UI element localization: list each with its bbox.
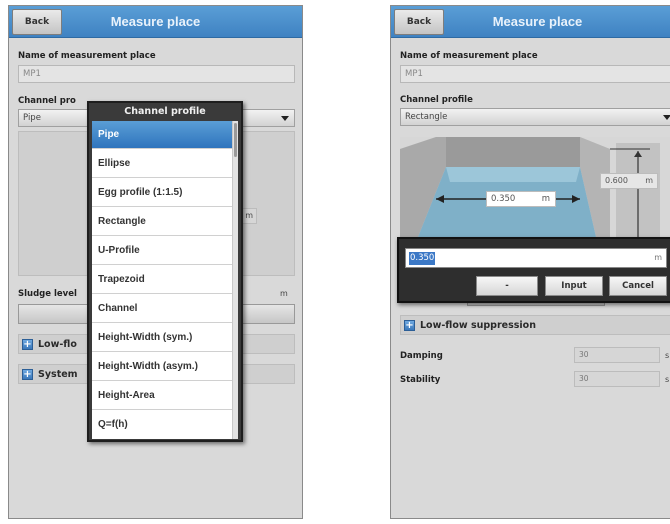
plus-icon: + (22, 369, 33, 380)
dropdown-item-egg-profile[interactable]: Egg profile (1:1.5) (92, 179, 232, 207)
damping-unit: s (665, 351, 670, 360)
low-flow-label: Low-flow suppression (420, 320, 536, 331)
name-label: Name of measurement place (18, 51, 156, 61)
dropdown-item-channel[interactable]: Channel (92, 295, 232, 323)
damping-label: Damping (400, 351, 443, 361)
channel-back (446, 137, 580, 167)
dropdown-item-pipe[interactable]: Pipe (92, 121, 232, 149)
channel-profile-value: Rectangle (405, 112, 448, 122)
sludge-level-label: Sludge level (18, 289, 77, 299)
dropdown-item-trapezoid[interactable]: Trapezoid (92, 266, 232, 294)
height-value: 0.600 (605, 176, 628, 185)
scrollbar-thumb[interactable] (234, 123, 237, 157)
back-button[interactable]: Back (394, 9, 444, 35)
minus-button[interactable]: - (476, 276, 538, 296)
channel-profile-label: Channel profile (400, 95, 473, 105)
low-flow-expander[interactable]: + Low-flow suppression (400, 315, 670, 335)
numeric-input-value: 0.350 (409, 252, 436, 265)
screen-left: Back Measure place Name of measurement p… (8, 5, 303, 519)
plus-icon: + (22, 339, 33, 350)
height-unit: m (645, 176, 653, 185)
input-button[interactable]: Input (545, 276, 603, 296)
numeric-input-unit: m (654, 253, 662, 262)
dropdown-scrollbar[interactable] (232, 121, 238, 439)
stability-field[interactable]: 30 (574, 371, 660, 387)
stability-label: Stability (400, 375, 441, 385)
numeric-input-field[interactable]: 0.350 m (405, 248, 667, 268)
sludge-unit: m (280, 289, 288, 298)
low-flow-label: Low-flo (38, 339, 77, 350)
system-label: System (38, 369, 78, 380)
dropdown-item-height-width-sym[interactable]: Height-Width (sym.) (92, 324, 232, 352)
cancel-button[interactable]: Cancel (609, 276, 667, 296)
channel-illustration: 0.350 m 0.600 m (400, 137, 670, 237)
channel-profile-dropdown: Channel profile Pipe Ellipse Egg profile… (87, 101, 243, 442)
dropdown-item-height-width-asym[interactable]: Height-Width (asym.) (92, 353, 232, 381)
width-unit: m (541, 194, 550, 204)
dropdown-list[interactable]: Pipe Ellipse Egg profile (1:1.5) Rectang… (92, 121, 238, 439)
width-field[interactable]: 0.350 m (486, 191, 556, 207)
title-bar: Back Measure place (391, 6, 670, 38)
channel-profile-select[interactable]: Rectangle (400, 108, 670, 126)
channel-profile-value: Pipe (23, 113, 41, 123)
water-surface (446, 167, 580, 182)
page-title: Measure place (110, 14, 201, 29)
back-button[interactable]: Back (12, 9, 62, 35)
chevron-down-icon (281, 116, 289, 121)
name-field[interactable]: MP1 (400, 65, 670, 83)
title-bar: Back Measure place (9, 6, 302, 38)
name-field[interactable]: MP1 (18, 65, 295, 83)
numeric-input-popup: 0.350 m - Input Cancel (397, 237, 670, 303)
dropdown-item-ellipse[interactable]: Ellipse (92, 150, 232, 178)
dropdown-item-rectangle[interactable]: Rectangle (92, 208, 232, 236)
channel-profile-label: Channel pro (18, 96, 76, 106)
dropdown-item-q-f-h[interactable]: Q=f(h) (92, 411, 232, 439)
chevron-down-icon (663, 115, 670, 120)
plus-icon: + (404, 320, 415, 331)
damping-field[interactable]: 30 (574, 347, 660, 363)
dropdown-title: Channel profile (124, 106, 206, 117)
screen-right: Back Measure place Name of measurement p… (390, 5, 670, 519)
dropdown-item-height-area[interactable]: Height-Area (92, 382, 232, 410)
dropdown-item-u-profile[interactable]: U-Profile (92, 237, 232, 265)
page-title: Measure place (492, 14, 583, 29)
width-value: 0.350 (491, 194, 516, 204)
height-field[interactable]: 0.600 m (600, 173, 658, 189)
name-label: Name of measurement place (400, 51, 538, 61)
stability-unit: s (665, 375, 670, 384)
